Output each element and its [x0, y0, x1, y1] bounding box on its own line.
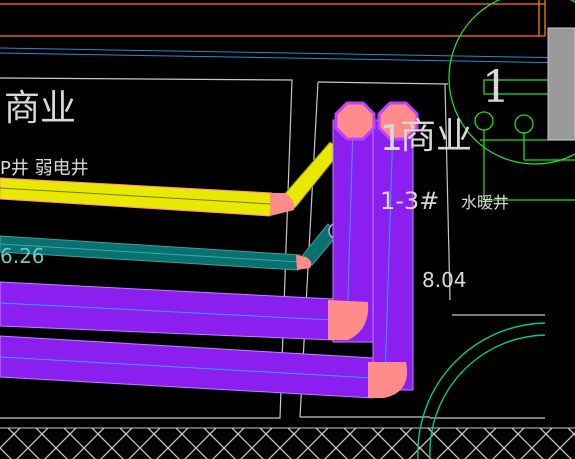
shaft-left-label: P井 弱电井 [0, 158, 89, 179]
riser-head-left-icon [334, 101, 376, 141]
purple-riser-pipes [332, 119, 414, 391]
purple-horizontal-pipes [0, 281, 374, 399]
cad-drawing-canvas[interactable]: 商业 P井 弱电井 6.26 1 商业 1-3# 水暖井 8.04 1 [0, 0, 575, 459]
axis-mark-label: 1 [482, 62, 510, 113]
dimension-left-label: 6.26 [0, 244, 45, 268]
shaft-right-name: 水暖井 [461, 193, 509, 212]
shaft-right-code: 1-3# [380, 187, 439, 215]
teal-pipe [0, 222, 346, 271]
dimension-right-label: 8.04 [422, 268, 467, 292]
cyan-axis-lines [0, 47, 575, 64]
hatched-wall-strip [0, 428, 575, 459]
room-left-label: 商业 [4, 88, 76, 129]
room-right-label: 商业 [400, 116, 472, 157]
gray-column [547, 27, 575, 141]
